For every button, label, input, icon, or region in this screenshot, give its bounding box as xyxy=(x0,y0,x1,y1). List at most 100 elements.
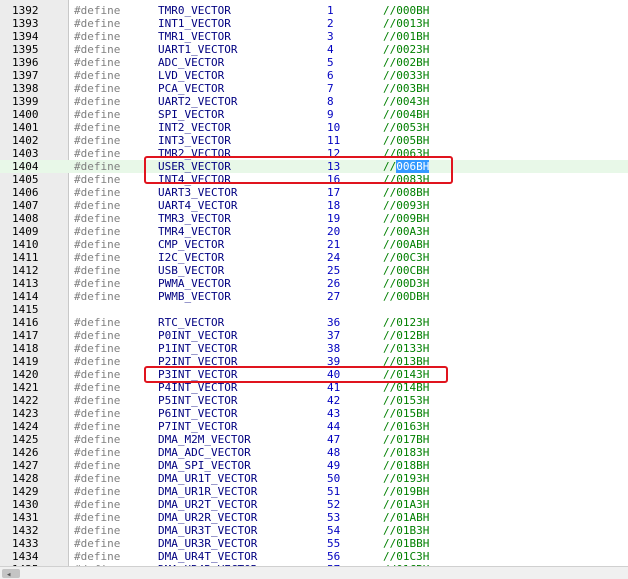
line-number: 1393 xyxy=(12,17,39,30)
address-comment: //005BH xyxy=(383,134,429,147)
macro-name: P3INT_VECTOR xyxy=(158,368,238,381)
code-line[interactable]: 1395 #define UART1_VECTOR 4 //0023H xyxy=(0,43,628,56)
code-line[interactable]: 1432 #define DMA_UR3T_VECTOR 54 //01B3H xyxy=(0,524,628,537)
macro-name: ADC_VECTOR xyxy=(158,56,225,69)
code-line[interactable]: 1419 #define P2INT_VECTOR 39 //013BH xyxy=(0,355,628,368)
code-line[interactable]: 1393 #define INT1_VECTOR 2 //0013H xyxy=(0,17,628,30)
code-line[interactable]: 1406 #define UART3_VECTOR 17 //008BH xyxy=(0,186,628,199)
code-line[interactable]: 1399 #define UART2_VECTOR 8 //0043H xyxy=(0,95,628,108)
address-comment: //00ABH xyxy=(383,238,429,251)
address-comment: //008BH xyxy=(383,186,429,199)
code-line[interactable]: 1401 #define INT2_VECTOR 10 //0053H xyxy=(0,121,628,134)
comment-text: //0143H xyxy=(383,368,430,381)
triangle-left-icon: ◂ xyxy=(6,570,12,579)
code-line[interactable]: 1408 #define TMR3_VECTOR 19 //009BH xyxy=(0,212,628,225)
macro-name: UART4_VECTOR xyxy=(158,199,238,212)
line-number: 1402 xyxy=(12,134,39,147)
code-line[interactable]: 1409 #define TMR4_VECTOR 20 //00A3H xyxy=(0,225,628,238)
line-number: 1411 xyxy=(12,251,39,264)
code-line[interactable]: 1417 #define P0INT_VECTOR 37 //012BH xyxy=(0,329,628,342)
code-line[interactable]: 1412 #define USB_VECTOR 25 //00CBH xyxy=(0,264,628,277)
macro-value: 50 xyxy=(327,472,341,485)
code-line[interactable]: 1424 #define P7INT_VECTOR 44 //0163H xyxy=(0,420,628,433)
macro-value: 3 xyxy=(327,30,334,43)
code-line[interactable]: 1428 #define DMA_UR1T_VECTOR 50 //0193H xyxy=(0,472,628,485)
macro-value: 18 xyxy=(327,199,341,212)
define-keyword: #define xyxy=(74,368,121,381)
code-line[interactable]: 1418 #define P1INT_VECTOR 38 //0133H xyxy=(0,342,628,355)
address-comment: //0033H xyxy=(383,69,429,82)
code-line[interactable]: 1433 #define DMA_UR3R_VECTOR 55 //01BBH xyxy=(0,537,628,550)
code-line[interactable]: 1415 xyxy=(0,303,628,316)
macro-name: TMR4_VECTOR xyxy=(158,225,231,238)
macro-name: PWMB_VECTOR xyxy=(158,290,231,303)
line-number: 1422 xyxy=(12,394,39,407)
code-line[interactable]: 1396 #define ADC_VECTOR 5 //002BH xyxy=(0,56,628,69)
code-line[interactable]: 1431 #define DMA_UR2R_VECTOR 53 //01ABH xyxy=(0,511,628,524)
code-line[interactable]: 1425 #define DMA_M2M_VECTOR 47 //017BH xyxy=(0,433,628,446)
code-line[interactable]: 1398 #define PCA_VECTOR 7 //003BH xyxy=(0,82,628,95)
code-line[interactable]: 1434 #define DMA_UR4T_VECTOR 56 //01C3H xyxy=(0,550,628,563)
code-line[interactable]: 1416 #define RTC_VECTOR 36 //0123H xyxy=(0,316,628,329)
code-line[interactable]: 1407 #define UART4_VECTOR 18 //0093H xyxy=(0,199,628,212)
address-comment: //0163H xyxy=(383,420,429,433)
selected-text[interactable]: 006BH xyxy=(396,160,430,173)
macro-value: 27 xyxy=(327,290,341,303)
macro-value: 6 xyxy=(327,69,334,82)
code-line[interactable]: 1410 #define CMP_VECTOR 21 //00ABH xyxy=(0,238,628,251)
macro-name: INT3_VECTOR xyxy=(158,134,231,147)
address-comment: //01ABH xyxy=(383,511,429,524)
macro-value: 51 xyxy=(327,485,341,498)
code-line[interactable]: 1404 #define USER_VECTOR 13 //006BH xyxy=(0,160,628,173)
code-line[interactable]: 1420 #define P3INT_VECTOR 40 //0143H xyxy=(0,368,628,381)
line-number: 1419 xyxy=(12,355,39,368)
code-line[interactable]: 1405 #define INT4_VECTOR 16 //0083H xyxy=(0,173,628,186)
address-comment: //0093H xyxy=(383,199,429,212)
horizontal-scrollbar[interactable]: ◂ xyxy=(0,566,628,579)
define-keyword: #define xyxy=(74,329,121,342)
define-keyword: #define xyxy=(74,472,121,485)
code-line[interactable]: 1397 #define LVD_VECTOR 6 //0033H xyxy=(0,69,628,82)
address-comment: //003BH xyxy=(383,82,429,95)
code-line[interactable]: 1430 #define DMA_UR2T_VECTOR 52 //01A3H xyxy=(0,498,628,511)
define-keyword: #define xyxy=(74,394,121,407)
comment-text: //018BH xyxy=(383,459,430,472)
scrollbar-thumb[interactable]: ◂ xyxy=(2,569,20,579)
code-line[interactable]: 1427 #define DMA_SPI_VECTOR 49 //018BH xyxy=(0,459,628,472)
code-line[interactable]: 1392 #define TMR0_VECTOR 1 //000BH xyxy=(0,4,628,17)
comment-text: //0023H xyxy=(383,43,430,56)
macro-value: 42 xyxy=(327,394,341,407)
code-line[interactable]: 1423 #define P6INT_VECTOR 43 //015BH xyxy=(0,407,628,420)
code-line[interactable]: 1421 #define P4INT_VECTOR 41 //014BH xyxy=(0,381,628,394)
comment-text: //008BH xyxy=(383,186,430,199)
code-line[interactable]: 1426 #define DMA_ADC_VECTOR 48 //0183H xyxy=(0,446,628,459)
code-line[interactable]: 1394 #define TMR1_VECTOR 3 //001BH xyxy=(0,30,628,43)
code-line[interactable]: 1429 #define DMA_UR1R_VECTOR 51 //019BH xyxy=(0,485,628,498)
define-keyword: #define xyxy=(74,459,121,472)
comment-text: //005BH xyxy=(383,134,430,147)
code-line[interactable]: 1403 #define TMR2_VECTOR 12 //0063H xyxy=(0,147,628,160)
address-comment: //013BH xyxy=(383,355,429,368)
code-line[interactable]: 1413 #define PWMA_VECTOR 26 //00D3H xyxy=(0,277,628,290)
line-number: 1409 xyxy=(12,225,39,238)
define-keyword: #define xyxy=(74,420,121,433)
macro-name: INT2_VECTOR xyxy=(158,121,231,134)
macro-name: DMA_UR4T_VECTOR xyxy=(158,550,258,563)
code-editor[interactable]: 1392 #define TMR0_VECTOR 1//000BH 1393 #defin… xyxy=(0,0,628,579)
define-keyword: #define xyxy=(74,537,121,550)
code-line[interactable]: 1400 #define SPI_VECTOR 9 //004BH xyxy=(0,108,628,121)
code-line[interactable]: 1402 #define INT3_VECTOR 11 //005BH xyxy=(0,134,628,147)
macro-value: 40 xyxy=(327,368,341,381)
code-line[interactable]: 1411 #define I2C_VECTOR 24 //00C3H xyxy=(0,251,628,264)
code-line[interactable]: 1422 #define P5INT_VECTOR 42 //0153H xyxy=(0,394,628,407)
macro-name: SPI_VECTOR xyxy=(158,108,225,121)
line-number: 1417 xyxy=(12,329,39,342)
macro-value: 37 xyxy=(327,329,341,342)
code-line[interactable]: 1414 #define PWMB_VECTOR 27 //00DBH xyxy=(0,290,628,303)
define-keyword: #define xyxy=(74,225,121,238)
define-keyword: #define xyxy=(74,186,121,199)
code-lines[interactable]: 1392 #define TMR0_VECTOR 1//000BH 1393 #defin… xyxy=(0,4,628,576)
line-number: 1427 xyxy=(12,459,39,472)
define-keyword: #define xyxy=(74,4,121,17)
define-keyword: #define xyxy=(74,212,121,225)
